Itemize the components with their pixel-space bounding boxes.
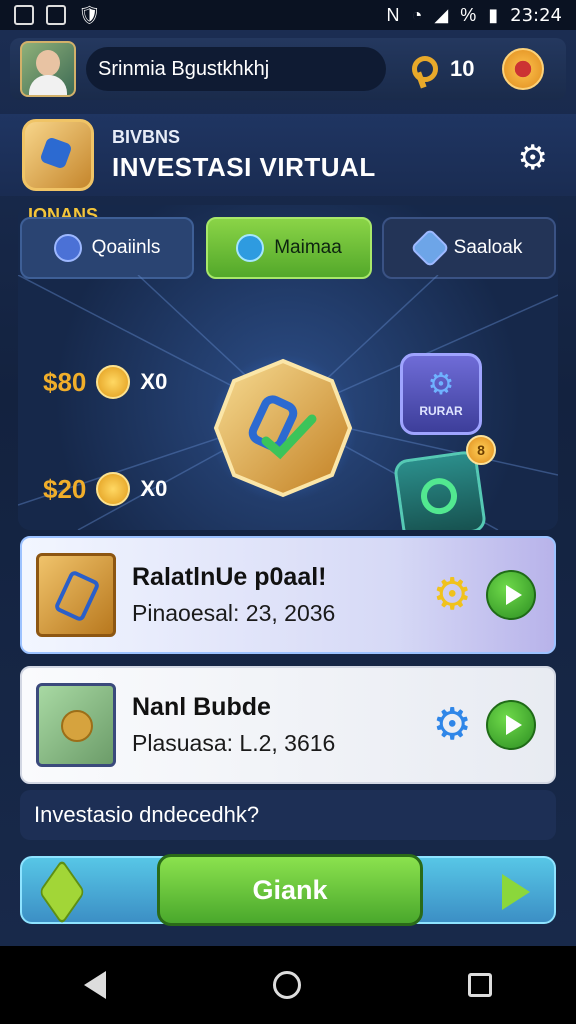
gear-icon bbox=[236, 234, 265, 262]
gear-icon: ⚙ bbox=[427, 368, 455, 401]
back-icon[interactable] bbox=[83, 971, 106, 999]
reward-multiplier: X0 bbox=[140, 476, 168, 501]
action-bar: Giank bbox=[20, 854, 556, 926]
reward-multiplier: X0 bbox=[140, 369, 168, 394]
status-bar: 🛡 N ◔ ◢ % ▮ 23:24 bbox=[0, 0, 576, 30]
item-title: RalatlnUe p0aal! bbox=[132, 563, 327, 591]
tab-label: Maimaa bbox=[274, 237, 342, 258]
battery-icon: ▮ bbox=[488, 4, 499, 25]
investment-thumb-icon bbox=[36, 553, 116, 637]
system-nav-bar bbox=[0, 946, 576, 1024]
main-action-button[interactable]: Giank bbox=[157, 854, 423, 926]
tab-label: Saaloak bbox=[453, 237, 523, 258]
reward-amount: $20 bbox=[43, 473, 87, 504]
recent-apps-icon[interactable] bbox=[468, 973, 493, 997]
game-board: IONANS Qoaiinls Maimaa Saaloak $80 X0 $2… bbox=[18, 205, 558, 530]
status-time: 23:24 bbox=[510, 4, 562, 26]
wifi-icon: ◔ bbox=[411, 4, 423, 25]
player-name: Srinmia Bgustkhkhj bbox=[98, 57, 270, 80]
gear-icon[interactable]: ⚙ bbox=[433, 703, 472, 747]
game-header: BIVBNS INVESTASI VIRTUAL ⚙ bbox=[0, 114, 576, 196]
coin-icon bbox=[96, 472, 131, 506]
nfc-icon: N bbox=[386, 4, 400, 25]
avatar[interactable] bbox=[20, 41, 76, 97]
investment-emblem-icon[interactable] bbox=[208, 353, 358, 503]
tab-saaloak[interactable]: Saaloak bbox=[382, 217, 556, 279]
item-title: Nanl Bubde bbox=[132, 693, 271, 721]
question-text: Investasio dndecedhk? bbox=[34, 802, 260, 827]
reward-amount: $80 bbox=[43, 366, 87, 397]
settings-gear-icon[interactable]: ⚙ bbox=[518, 138, 548, 178]
upgrade-card[interactable]: ⚙ RURAR bbox=[400, 353, 482, 435]
coin-badge-value: 8 bbox=[477, 442, 485, 458]
question-bar[interactable]: Investasio dndecedhk? bbox=[20, 790, 556, 840]
rocket-icon bbox=[409, 228, 450, 268]
key-count: 10 bbox=[450, 56, 475, 81]
upgrade-card-label: RURAR bbox=[419, 404, 463, 418]
investment-item[interactable]: RalatlnUe p0aal! Pinaoesal: 23, 2036 ⚙ bbox=[20, 536, 556, 654]
reward-row: $80 X0 bbox=[43, 365, 167, 399]
page-title: INVESTASI VIRTUAL bbox=[112, 152, 376, 182]
game-tabs: Qoaiinls Maimaa Saaloak bbox=[18, 217, 558, 279]
shop-coin-button[interactable] bbox=[502, 48, 545, 90]
image-icon bbox=[46, 5, 66, 25]
right-arrow-icon[interactable] bbox=[502, 874, 530, 910]
app-screen: Srinmia Bgustkhkhj 10 BIVBNS INVESTASI V… bbox=[0, 30, 576, 946]
shield-logo-icon bbox=[22, 119, 94, 191]
item-subtitle: Pinaoesal: 23, 2036 bbox=[132, 600, 336, 626]
header-subtitle: BIVBNS bbox=[112, 127, 181, 147]
play-button[interactable] bbox=[486, 570, 536, 620]
play-button[interactable] bbox=[486, 700, 536, 750]
profile-bar: Srinmia Bgustkhkhj 10 bbox=[10, 38, 566, 100]
reward-row: $20 X0 bbox=[43, 472, 167, 506]
home-icon[interactable] bbox=[272, 971, 301, 999]
notification-icon: 🛡 bbox=[78, 4, 101, 25]
check-badge-icon bbox=[53, 234, 82, 262]
coin-badge: 8 bbox=[466, 435, 496, 465]
key-icon bbox=[406, 52, 440, 86]
player-name-pill[interactable]: Srinmia Bgustkhkhj bbox=[86, 47, 386, 91]
tab-maimaa[interactable]: Maimaa bbox=[206, 217, 372, 279]
coin-icon bbox=[96, 365, 131, 399]
gallery-icon bbox=[14, 5, 34, 25]
money-thumb-icon bbox=[36, 683, 116, 767]
tab-label: Qoaiinls bbox=[91, 237, 161, 258]
main-action-label: Giank bbox=[252, 874, 328, 905]
tab-qoaiinls[interactable]: Qoaiinls bbox=[20, 217, 194, 279]
investment-item[interactable]: Nanl Bubde Plasuasa: L.2, 3616 ⚙ bbox=[20, 666, 556, 784]
gear-icon[interactable]: ⚙ bbox=[433, 573, 472, 617]
item-subtitle: Plasuasa: L.2, 3616 bbox=[132, 730, 336, 756]
left-arrow-icon[interactable] bbox=[38, 858, 86, 926]
signal-icon: ◢ bbox=[434, 4, 449, 25]
battery-label: % bbox=[460, 4, 477, 25]
